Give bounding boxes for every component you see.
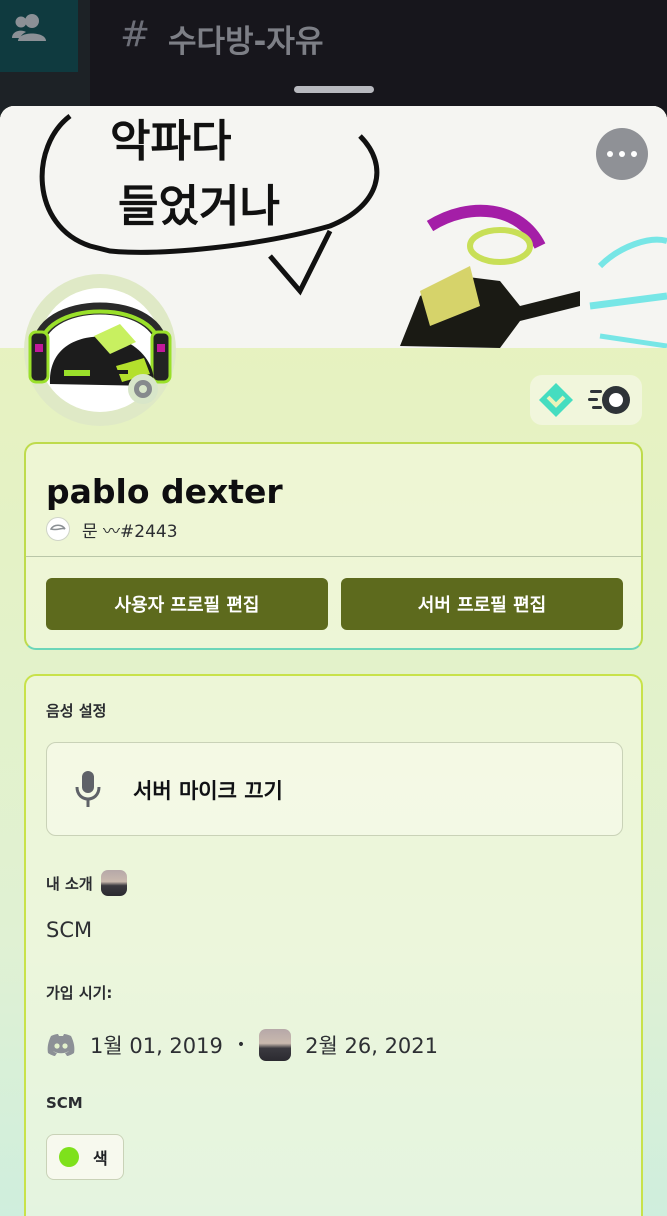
date-separator: • [236, 1037, 246, 1053]
server-mute-label: 서버 마이크 끄기 [133, 779, 283, 803]
edit-server-profile-button[interactable]: 서버 프로필 편집 [341, 578, 623, 630]
role-pill[interactable]: 색 [46, 1134, 124, 1180]
about-me-text: SCM [46, 918, 93, 942]
avatar-image [24, 274, 176, 426]
member-since-label: 가입 시기: [46, 984, 113, 1002]
profile-name-card: pablo dexter 문 〰#2443 사용자 프로필 편집 서버 프로필 … [24, 442, 643, 650]
more-options-button[interactable] [596, 128, 648, 180]
display-name: pablo dexter [46, 472, 283, 511]
sheet-drag-handle[interactable] [294, 86, 374, 93]
server-sidebar-strip [0, 0, 90, 120]
divider [26, 556, 641, 557]
discord-icon [47, 1034, 75, 1056]
server-mute-button[interactable]: 서버 마이크 끄기 [46, 742, 623, 836]
role-name: 색 [93, 1149, 108, 1168]
profile-sheet: 악파다 들었거나 pablo dexter 문 〰#2443 사용자 프로필 편… [0, 106, 667, 1216]
members-icon [12, 14, 46, 41]
roles-label: SCM [46, 1094, 83, 1112]
badge-strip [530, 375, 642, 425]
server-join-date: 2월 26, 2021 [305, 1034, 439, 1058]
about-me-label-text: 내 소개 [46, 874, 93, 893]
voice-settings-label: 음성 설정 [46, 702, 107, 720]
avatar[interactable] [24, 274, 176, 426]
more-icon [607, 151, 613, 157]
about-me-label: 내 소개 [46, 870, 127, 896]
profile-info-card: 음성 설정 서버 마이크 끄기 내 소개 SCM 가입 시기: 1월 01, 2… [24, 674, 643, 1216]
mic-icon [75, 771, 101, 807]
hypesquad-balance-icon[interactable] [536, 380, 576, 420]
emoji-image [100, 870, 127, 896]
edit-user-profile-button[interactable]: 사용자 프로필 편집 [46, 578, 328, 630]
banner-text-1: 악파다 [110, 116, 231, 167]
server-icon-image [259, 1029, 292, 1061]
nitro-boost-icon[interactable] [588, 380, 636, 420]
username-tag: 문 〰#2443 [82, 521, 178, 542]
discord-join-date: 1월 01, 2019 [90, 1034, 223, 1058]
members-button[interactable] [0, 0, 78, 72]
member-since-row: 1월 01, 2019 • 2월 26, 2021 [46, 1028, 438, 1062]
username-tag-row: 문 〰#2443 [46, 516, 178, 542]
status-idle-indicator [128, 374, 158, 404]
channel-hash-icon: # [120, 14, 151, 55]
banner-text-2: 들었거나 [118, 181, 280, 232]
server-icon [46, 517, 70, 541]
channel-name: 수다방-자유 [168, 24, 324, 60]
role-color-dot [59, 1147, 79, 1167]
